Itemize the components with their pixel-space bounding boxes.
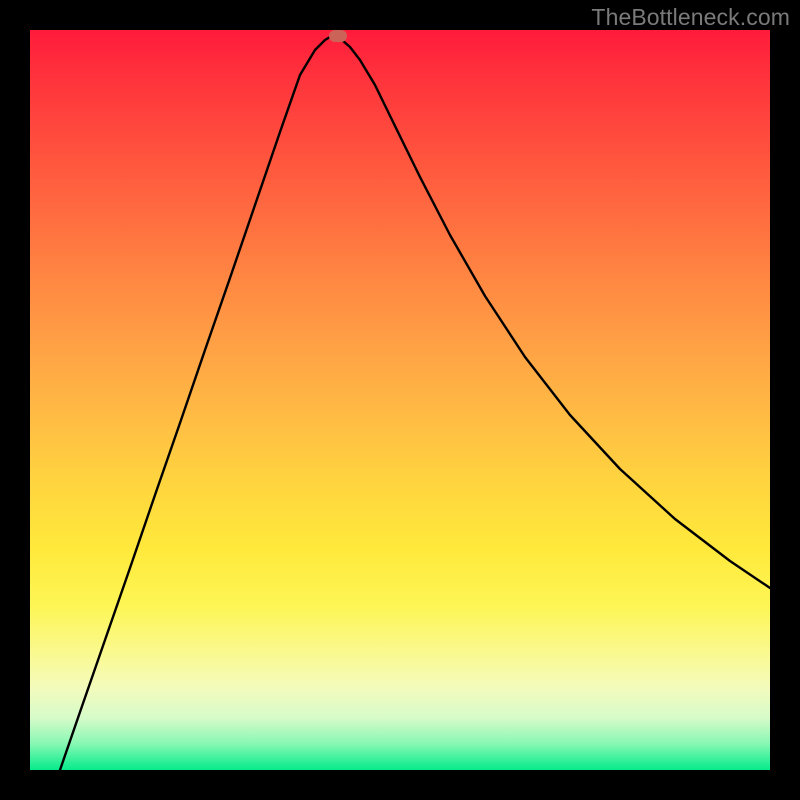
curve-svg	[30, 30, 770, 770]
minimum-marker	[329, 30, 347, 42]
watermark-text: TheBottleneck.com	[591, 4, 790, 31]
plot-area	[30, 30, 770, 770]
chart-frame: TheBottleneck.com	[0, 0, 800, 800]
bottleneck-curve	[60, 37, 770, 770]
